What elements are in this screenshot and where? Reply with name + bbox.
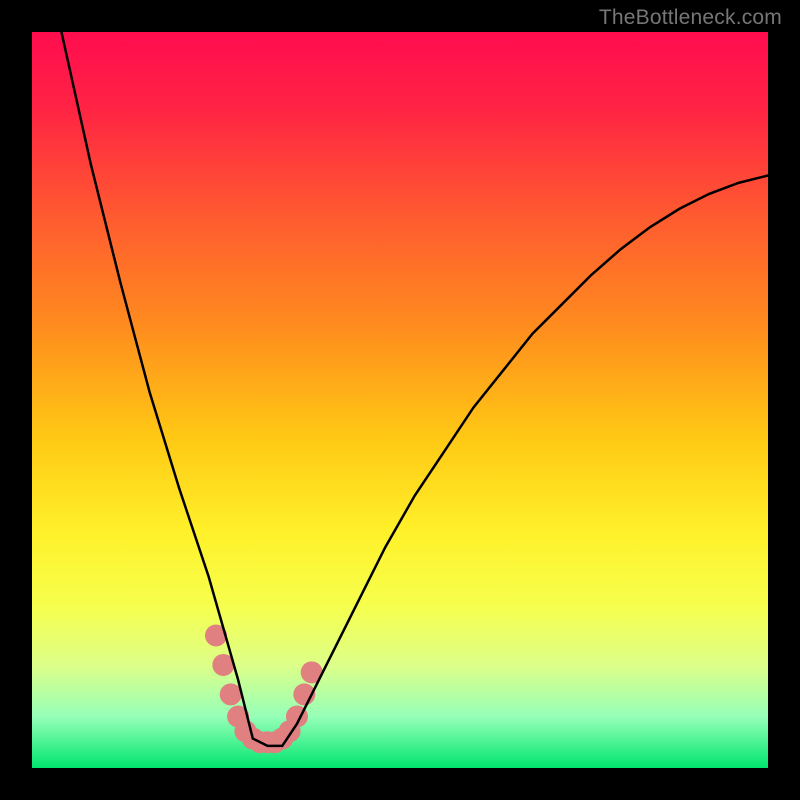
chart-svg [32,32,768,768]
chart-frame [32,32,768,768]
chart-background [32,32,768,768]
watermark-text: TheBottleneck.com [599,6,782,30]
highlight-bead [220,683,242,705]
